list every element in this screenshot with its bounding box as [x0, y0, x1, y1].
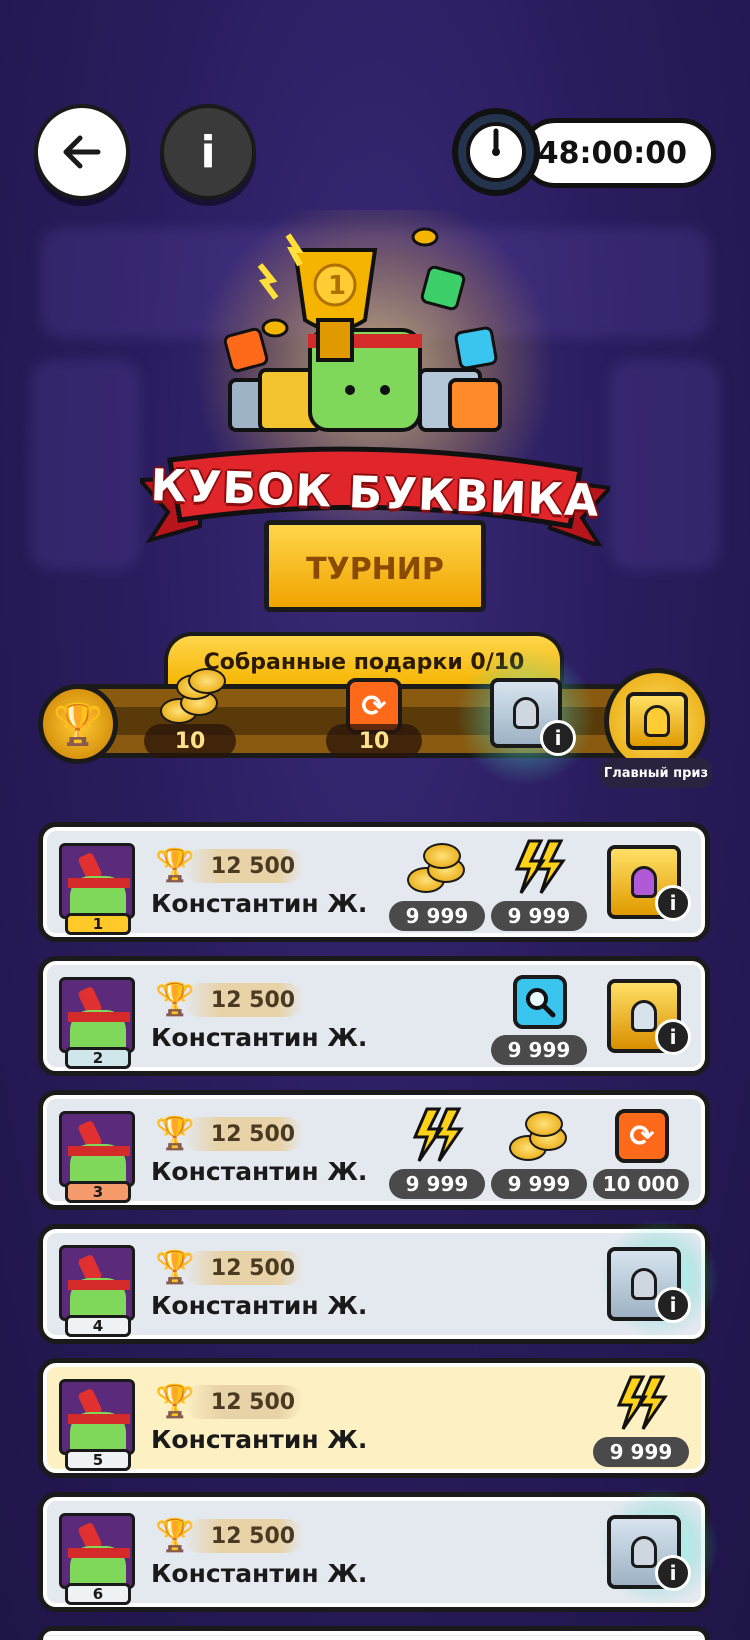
rank-badge: 2 [65, 1047, 131, 1069]
player-name: Константин Ж. [151, 1425, 368, 1454]
info-icon[interactable]: i [655, 1019, 691, 1055]
leaderboard-row[interactable]: 1 🏆 12 500 Константин Ж. 9 999 9 999 i [38, 822, 710, 942]
magnifier-icon [513, 975, 567, 1029]
score: 12 500 [183, 1519, 303, 1553]
reward-coins: 9 999 [491, 1105, 587, 1201]
coins-icon [403, 839, 471, 899]
background-panel [610, 360, 720, 570]
leaderboard-row[interactable]: 6 🏆 12 500 Константин Ж. i [38, 1487, 719, 1612]
rank-badge: 6 [65, 1583, 131, 1605]
royal-chest-reward[interactable]: i [607, 979, 691, 1055]
info-label: i [200, 126, 216, 178]
reward-refresh: ⟳ 10 000 [593, 1105, 689, 1201]
reward-lightning: 9 999 [491, 837, 587, 933]
refresh-icon: ⟳ [615, 1109, 669, 1163]
svg-text:1: 1 [328, 271, 346, 301]
silver-chest-reward[interactable]: i [607, 1247, 691, 1323]
player-name: Константин Ж. [151, 1559, 368, 1588]
info-icon[interactable]: i [540, 720, 576, 756]
timer: 48:00:00 [520, 118, 716, 188]
reward-magnifier: 9 999 [491, 971, 587, 1067]
rank-badge: 5 [65, 1449, 131, 1471]
score: 12 500 [183, 1251, 303, 1285]
player-name: Константин Ж. [151, 889, 368, 918]
reward-amount: 9 999 [389, 1169, 485, 1199]
event-subtitle-plaque: ТУРНИР [264, 520, 486, 612]
score: 12 500 [183, 849, 303, 883]
rank-badge: 3 [65, 1181, 131, 1203]
refresh-milestone-amount: 10 [326, 724, 422, 758]
leaderboard-row[interactable]: 3 🏆 12 500 Константин Ж. 9 999 9 999 ⟳ 1… [38, 1090, 710, 1210]
reward-amount: 9 999 [491, 901, 587, 931]
lightning-icon [514, 839, 566, 894]
avatar [59, 843, 135, 919]
score: 12 500 [183, 1117, 303, 1151]
trophy-mascot-illustration: 1 [223, 227, 502, 432]
lightning-icon [412, 1107, 464, 1162]
reward-amount: 10 000 [593, 1169, 689, 1199]
reward-amount: 9 999 [491, 1169, 587, 1199]
info-icon[interactable]: i [655, 1287, 691, 1323]
info-icon[interactable]: i [655, 885, 691, 921]
reward-amount: 9 999 [593, 1437, 689, 1467]
arrow-left-icon [63, 135, 101, 169]
rank-badge: 1 [65, 913, 131, 935]
info-button[interactable]: i [160, 104, 256, 200]
coins-milestone-amount: 10 [144, 724, 236, 758]
score: 12 500 [183, 983, 303, 1017]
player-name: Константин Ж. [151, 1291, 368, 1320]
leaderboard-row-current-player[interactable]: 5 🏆 12 500 Константин Ж. 9 999 [38, 1358, 710, 1478]
leaderboard-row-partial[interactable] [38, 1626, 710, 1640]
clock-icon [452, 108, 540, 196]
player-name: Константин Ж. [151, 1023, 368, 1052]
reward-amount: 9 999 [491, 1035, 587, 1065]
avatar [59, 1513, 135, 1589]
reward-lightning: 9 999 [593, 1373, 689, 1469]
avatar [59, 977, 135, 1053]
score: 12 500 [183, 1385, 303, 1419]
reward-coins: 9 999 [389, 837, 485, 933]
timer-value: 48:00:00 [537, 135, 687, 171]
lightning-icon [616, 1375, 668, 1430]
main-prize-label: Главный приз [600, 758, 712, 788]
avatar [59, 1245, 135, 1321]
player-name: Константин Ж. [151, 1157, 368, 1186]
leaderboard-row[interactable]: 4 🏆 12 500 Константин Ж. i [38, 1219, 719, 1344]
leaderboard-row[interactable]: 2 🏆 12 500 Константин Ж. 9 999 i [38, 956, 710, 1076]
reward-lightning: 9 999 [389, 1105, 485, 1201]
coins-icon [505, 1107, 573, 1167]
avatar [59, 1111, 135, 1187]
trophy-medal-icon: 🏆 [38, 684, 118, 764]
event-subtitle: ТУРНИР [306, 551, 444, 587]
rank-badge: 4 [65, 1315, 131, 1337]
reward-amount: 9 999 [389, 901, 485, 931]
avatar [59, 1379, 135, 1455]
coins-milestone-icon [160, 668, 230, 728]
gold-chest-icon [626, 692, 688, 750]
purple-chest-reward[interactable]: i [607, 845, 691, 921]
back-button[interactable] [34, 104, 130, 200]
silver-chest-reward[interactable]: i [607, 1515, 691, 1591]
info-icon[interactable]: i [655, 1555, 691, 1591]
